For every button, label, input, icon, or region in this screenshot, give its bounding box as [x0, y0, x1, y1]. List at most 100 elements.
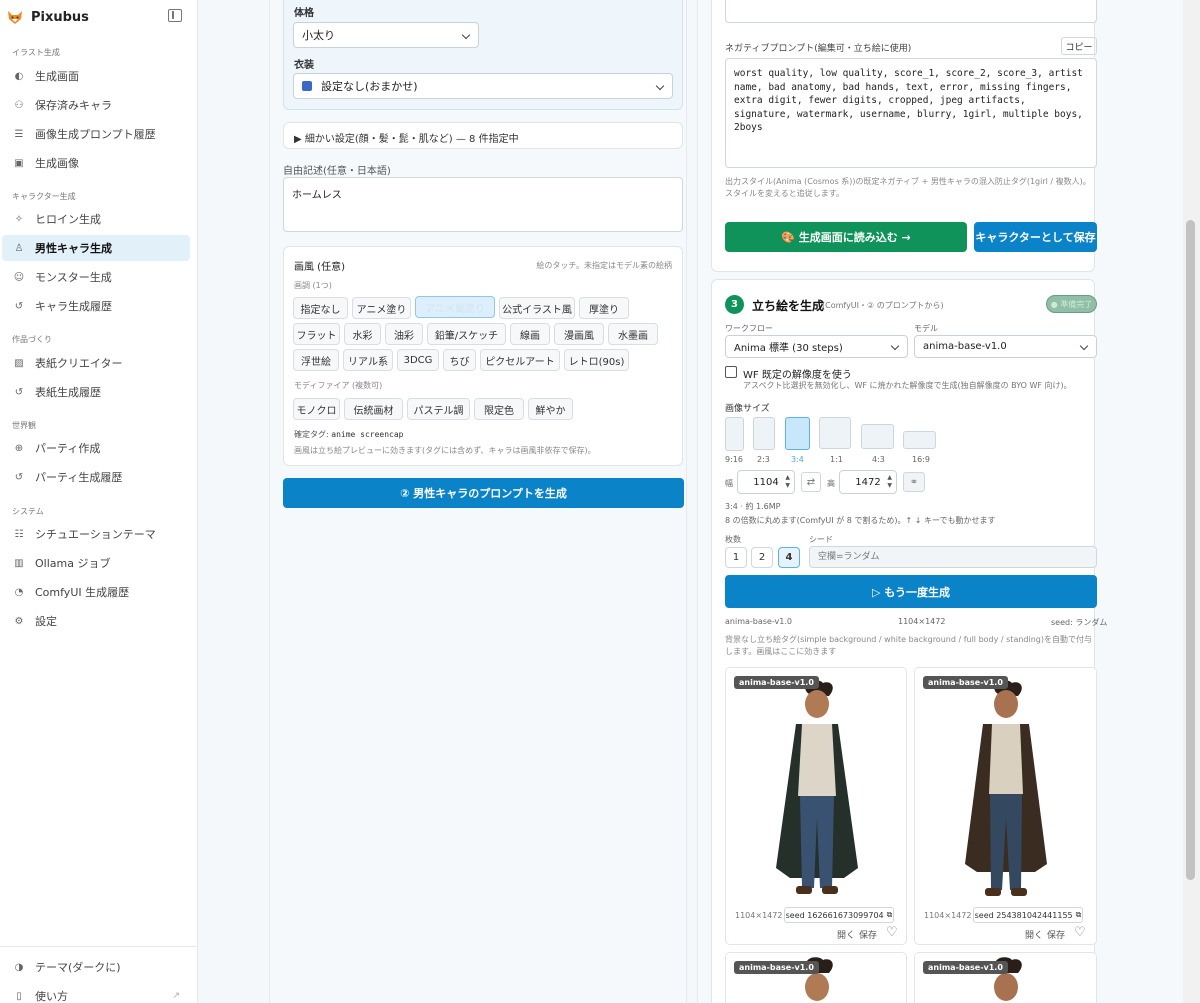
sidebar-item-settings[interactable]: ⚙ 設定: [2, 608, 190, 634]
background-tag-note: 背景なし立ち絵タグ(simple background / white back…: [725, 635, 1092, 656]
sidebar-item-gen-screen[interactable]: ◐ 生成画面: [2, 63, 190, 89]
section-label-system: システム: [12, 507, 44, 516]
count-option-selected[interactable]: 4: [778, 547, 800, 568]
tone-chip[interactable]: 漫画風: [554, 323, 604, 345]
swap-dimensions-icon[interactable]: ⇄: [801, 472, 821, 492]
ratio-1-1-option[interactable]: [819, 417, 851, 449]
page-scrollbar[interactable]: [1183, 0, 1200, 1003]
tone-chip-selected[interactable]: アニメ風塗り: [415, 296, 495, 318]
workflow-select[interactable]: Anima 標準 (30 steps): [725, 335, 908, 358]
tone-chip[interactable]: ピクセルアート: [480, 349, 560, 371]
sidebar-item-situation[interactable]: ☷ シチュエーションテーマ: [2, 521, 190, 547]
copy-button[interactable]: コピー: [1061, 37, 1097, 55]
sidebar-item-label: 生成画面: [35, 70, 79, 83]
width-input[interactable]: 1104 ▲ ▼: [737, 470, 795, 494]
section-label-works: 作品づくり: [12, 335, 52, 344]
ratio-label: 4:3: [872, 455, 885, 464]
seed-value: seed 162661673099704: [785, 910, 884, 920]
tone-chip[interactable]: 鉛筆/スケッチ: [427, 323, 506, 345]
negative-prompt-textarea[interactable]: worst quality, low quality, score_1, sco…: [725, 58, 1097, 168]
generate-prompt-button[interactable]: ② 男性キャラのプロンプトを生成: [283, 478, 684, 508]
character-image[interactable]: [915, 668, 1097, 906]
save-link[interactable]: 保存: [1047, 928, 1065, 941]
tone-chip[interactable]: リアル系: [343, 349, 393, 371]
tone-chip[interactable]: 水墨画: [608, 323, 658, 345]
theme-toggle[interactable]: ◑ テーマ(ダークに): [2, 954, 190, 980]
sidebar-collapse-icon[interactable]: [168, 9, 182, 22]
tone-chip[interactable]: ちび: [443, 349, 476, 371]
chevron-down-icon: [461, 30, 471, 40]
meta-model: anima-base-v1.0: [725, 617, 792, 626]
tone-chip[interactable]: フラット: [293, 323, 340, 345]
seed-input[interactable]: [809, 546, 1097, 568]
sidebar-item-char-history[interactable]: ↺ キャラ生成履歴: [2, 293, 190, 319]
sidebar-item-ollama[interactable]: ▥ Ollama ジョブ: [2, 550, 190, 576]
sidebar-item-saved-chars[interactable]: ⚇ 保存済みキャラ: [2, 92, 190, 118]
count-option[interactable]: 2: [751, 547, 773, 568]
model-select[interactable]: anima-base-v1.0: [914, 335, 1097, 358]
modifier-chip[interactable]: モノクロ: [293, 398, 340, 420]
save-character-button[interactable]: キャラクターとして保存: [974, 222, 1097, 252]
tone-chip[interactable]: 厚塗り: [579, 297, 629, 319]
wf-resolution-checkbox[interactable]: [725, 366, 737, 378]
tone-chip[interactable]: 水彩: [344, 323, 381, 345]
costume-select[interactable]: 設定なし(おまかせ): [293, 73, 673, 99]
heart-icon[interactable]: ♡: [1074, 925, 1086, 940]
modifier-chip[interactable]: パステル調: [407, 398, 470, 420]
link-ratio-icon[interactable]: ⚭: [903, 472, 925, 492]
load-to-gen-button[interactable]: 🎨 生成画面に読み込む →: [725, 222, 967, 252]
spinner-icon[interactable]: ▲ ▼: [785, 474, 790, 490]
tone-chip[interactable]: 線画: [510, 323, 550, 345]
ratio-9-16-option[interactable]: [725, 417, 744, 451]
free-text-label: 自由記述(任意・日本語): [283, 166, 391, 177]
sidebar-item-prompt-history[interactable]: ☰ 画像生成プロンプト履歴: [2, 121, 190, 147]
height-input[interactable]: 1472 ▲ ▼: [839, 470, 897, 494]
help-link[interactable]: ▯ 使い方 ↗: [2, 983, 190, 1003]
regenerate-button[interactable]: ▷ もう一度生成: [725, 575, 1097, 608]
modifier-chip[interactable]: 限定色: [474, 398, 524, 420]
open-link[interactable]: 開く: [1025, 928, 1043, 941]
count-option[interactable]: 1: [725, 547, 747, 568]
sidebar-item-gen-images[interactable]: ▣ 生成画像: [2, 150, 190, 176]
tone-chip[interactable]: 公式イラスト風: [499, 297, 575, 319]
sidebar-item-comfy-history[interactable]: ◔ ComfyUI 生成履歴: [2, 579, 190, 605]
tone-chip[interactable]: 浮世絵: [293, 349, 339, 371]
sidebar-item-cover-history[interactable]: ↺ 表紙生成履歴: [2, 379, 190, 405]
sidebar-item-party-create[interactable]: ⊕ パーティ作成: [2, 435, 190, 461]
modifier-chip[interactable]: 伝統画材: [344, 398, 403, 420]
sidebar-item-monster[interactable]: ☺ モンスター生成: [2, 264, 190, 290]
theme-toggle-label: テーマ(ダークに): [35, 961, 121, 974]
seed-copy-button[interactable]: seed 254381042441155 ⧉: [973, 907, 1083, 923]
tone-chip[interactable]: レトロ(90s): [564, 349, 629, 371]
sidebar-item-heroine[interactable]: ✧ ヒロイン生成: [2, 206, 190, 232]
ratio-3-4-option[interactable]: [785, 417, 810, 450]
sidebar-item-party-history[interactable]: ↺ パーティ生成履歴: [2, 464, 190, 490]
style-card: 画風 (任意) 絵のタッチ。未指定はモデル素の絵柄 画調 (1つ) 指定なし ア…: [283, 246, 683, 466]
save-link[interactable]: 保存: [859, 928, 877, 941]
spinner-icon[interactable]: ▲ ▼: [887, 474, 892, 490]
heart-icon[interactable]: ♡: [886, 925, 898, 940]
brand[interactable]: Pixubus: [6, 6, 89, 28]
detail-settings-toggle[interactable]: ▶ 細かい設定(顔・髪・髭・肌など) — 8 件指定中: [283, 122, 683, 149]
tone-chip[interactable]: 3DCG: [397, 349, 439, 371]
positive-prompt-textarea[interactable]: [725, 0, 1097, 23]
tone-chip[interactable]: 指定なし: [293, 297, 348, 319]
sidebar-item-male[interactable]: ♙ 男性キャラ生成: [2, 235, 190, 261]
tone-chip[interactable]: アニメ塗り: [352, 297, 411, 319]
free-text-input[interactable]: ホームレス: [283, 177, 683, 232]
modifier-chip[interactable]: 鮮やか: [528, 398, 573, 420]
ratio-16-9-option[interactable]: [903, 431, 936, 449]
open-link[interactable]: 開く: [837, 928, 855, 941]
character-image[interactable]: [726, 668, 907, 906]
sidebar-item-cover-creator[interactable]: ▨ 表紙クリエイター: [2, 350, 190, 376]
style-hint: 絵のタッチ。未指定はモデル素の絵柄: [536, 261, 672, 270]
monster-icon: ☺: [13, 271, 25, 283]
seed-copy-button[interactable]: seed 162661673099704 ⧉: [784, 907, 894, 923]
tone-chip[interactable]: 油彩: [385, 323, 423, 345]
section-label-illust: イラスト生成: [12, 48, 60, 57]
ratio-4-3-option[interactable]: [861, 424, 894, 449]
ratio-2-3-option[interactable]: [753, 417, 775, 450]
scrollbar-thumb[interactable]: [1186, 220, 1195, 880]
body-select[interactable]: 小太り: [293, 22, 479, 48]
history-icon: ↺: [14, 300, 24, 312]
